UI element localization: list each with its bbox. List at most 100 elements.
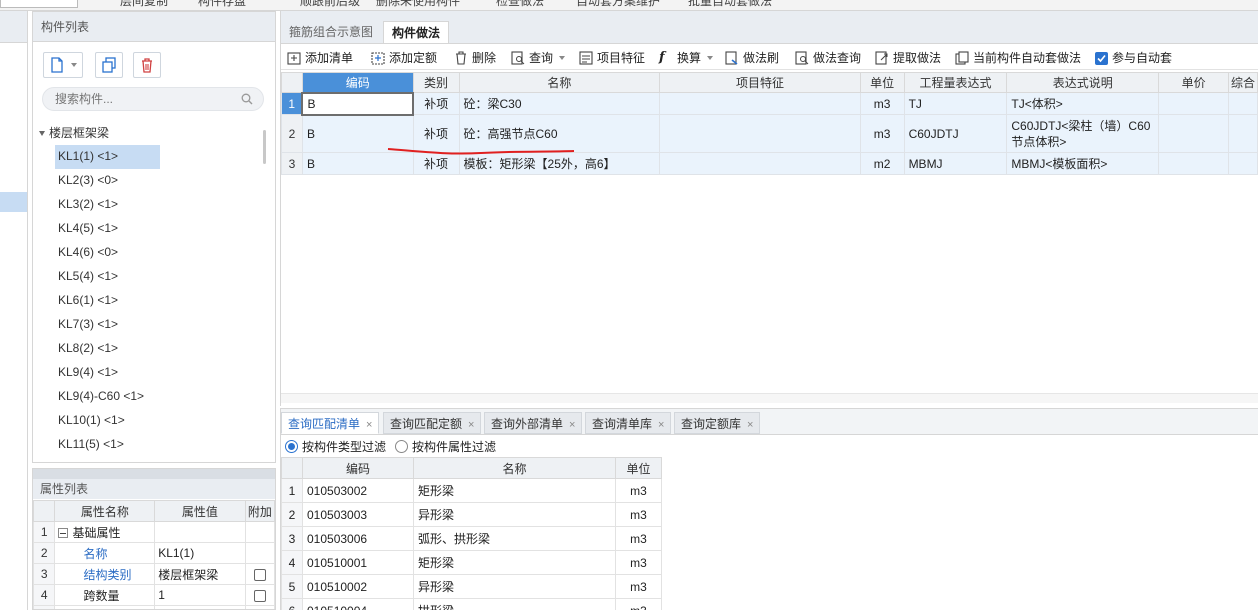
cell-code[interactable]: B [301, 91, 415, 116]
query-header-name[interactable]: 名称 [413, 457, 616, 479]
component-item[interactable]: KL9(4) <1> [55, 361, 255, 385]
extract-method-button[interactable]: 提取做法 [875, 49, 941, 67]
query-cell-name[interactable]: 异形梁 [413, 502, 616, 527]
cell-unit[interactable]: m3 [859, 114, 905, 153]
component-item[interactable]: KL4(5) <1> [55, 217, 255, 241]
tab-component-method[interactable]: 构件做法 [383, 21, 450, 43]
add-list-button[interactable]: 添加清单 [287, 49, 353, 67]
cell-type[interactable]: 补项 [412, 92, 460, 115]
toolbar-item-auto-scheme[interactable]: 自动套方案维护 [576, 0, 660, 9]
toolbar-item-delete-unused[interactable]: 删除未使用构件 [376, 0, 460, 9]
method-query-button[interactable]: 做法查询 [795, 49, 861, 67]
close-icon[interactable]: × [468, 419, 474, 431]
collapse-icon[interactable] [58, 528, 69, 539]
query-cell-code[interactable]: 010503003 [302, 502, 414, 527]
new-component-button[interactable] [43, 52, 83, 78]
cell-feature[interactable] [659, 92, 861, 115]
cell-expression[interactable]: MBMJ [903, 152, 1008, 175]
grid-header-price[interactable]: 单价 [1158, 72, 1229, 93]
property-row[interactable] [33, 605, 275, 609]
component-item[interactable]: KL10(1) <1> [55, 409, 255, 433]
tab-stirrup-diagram[interactable]: 箍筋组合示意图 [281, 21, 381, 43]
grid-header-description[interactable]: 表达式说明 [1006, 72, 1160, 93]
delete-component-button[interactable] [133, 52, 161, 78]
query-row[interactable]: 5 010510002 异形梁 m3 [281, 574, 662, 599]
tab-query-quota-library[interactable]: 查询定额库 × [674, 412, 761, 434]
auto-apply-current-button[interactable]: 当前构件自动套做法 [955, 49, 1081, 67]
property-row[interactable]: 3 结构类别 楼层框架梁 [33, 563, 275, 585]
property-panel-splitter[interactable] [33, 469, 275, 479]
component-item[interactable]: KL4(6) <0> [55, 241, 255, 265]
grid-header-feature[interactable]: 项目特征 [659, 72, 861, 93]
property-row[interactable]: 1 基础属性 [33, 521, 275, 543]
cell-description[interactable]: TJ<体积> [1006, 92, 1160, 115]
cell-price[interactable] [1158, 92, 1229, 115]
method-brush-button[interactable]: 做法刷 [725, 49, 779, 67]
query-cell-unit[interactable]: m3 [615, 502, 662, 527]
property-group[interactable]: 基础属性 [54, 521, 156, 543]
query-header-unit[interactable]: 单位 [615, 457, 662, 479]
cell-unit[interactable]: m3 [859, 92, 905, 115]
participate-auto-checkbox[interactable]: 参与自动套 [1095, 49, 1172, 67]
query-cell-name[interactable]: 弧形、拱形梁 [413, 526, 616, 551]
grid-header-name[interactable]: 名称 [458, 72, 661, 93]
checkbox-checked-icon[interactable] [1095, 51, 1108, 65]
component-item[interactable]: KL7(3) <1> [55, 313, 255, 337]
component-item[interactable]: KL11(5) <1> [55, 433, 255, 457]
cell-expression[interactable]: C60JDTJ [903, 114, 1008, 153]
filter-by-type-radio[interactable]: 按构件类型过滤 [285, 438, 386, 455]
row-index[interactable]: 2 [281, 114, 303, 153]
cell-total[interactable] [1227, 92, 1258, 115]
query-cell-name[interactable]: 拱形梁 [413, 598, 616, 610]
property-value[interactable] [154, 605, 246, 609]
radio-selected-icon[interactable] [285, 440, 298, 453]
property-value[interactable]: KL1(1) [154, 542, 246, 564]
navigation-strip-selected-item[interactable] [0, 192, 27, 212]
query-cell-code[interactable]: 010510004 [302, 598, 414, 610]
delete-button[interactable]: 删除 [454, 49, 496, 67]
filter-by-attr-radio[interactable]: 按构件属性过滤 [395, 438, 496, 455]
toolbar-item-check-method[interactable]: 检查做法 [496, 0, 544, 9]
close-icon[interactable]: × [569, 419, 575, 431]
toolbar-item-batch-auto[interactable]: 批量自动套做法 [688, 0, 772, 9]
component-item[interactable]: KL6(1) <1> [55, 289, 255, 313]
tab-query-list-library[interactable]: 查询清单库 × [585, 412, 672, 434]
tree-node-frame-beams[interactable]: 楼层框架梁 [39, 124, 109, 141]
toolbar-item-level[interactable]: 顺跟前后级 [300, 0, 360, 9]
query-row[interactable]: 3 010503006 弧形、拱形梁 m3 [281, 526, 662, 551]
tab-query-external-list[interactable]: 查询外部清单 × [484, 412, 583, 434]
cell-unit[interactable]: m2 [859, 152, 905, 175]
query-cell-unit[interactable]: m3 [615, 478, 662, 503]
component-item[interactable]: KL3(2) <1> [55, 193, 255, 217]
property-value[interactable]: 1 [154, 584, 246, 606]
cell-expression[interactable]: TJ [903, 92, 1008, 115]
extra-checkbox[interactable] [253, 589, 266, 602]
query-cell-name[interactable]: 矩形梁 [413, 550, 616, 575]
component-item[interactable]: KL1(1) <1> [55, 145, 160, 169]
query-header-code[interactable]: 编码 [302, 457, 414, 479]
cell-total[interactable] [1227, 114, 1258, 153]
radio-unselected-icon[interactable] [395, 440, 408, 453]
cell-price[interactable] [1158, 114, 1229, 153]
convert-dropdown-button[interactable]: f 换算 [659, 49, 714, 67]
toolbar-item-save-component[interactable]: 构件存盘 [198, 0, 246, 9]
query-cell-code[interactable]: 010503002 [302, 478, 414, 503]
expand-caret-icon[interactable] [39, 131, 45, 137]
query-row[interactable]: 6010510004拱形梁m3 [281, 598, 662, 610]
grid-header-type[interactable]: 类别 [412, 72, 460, 93]
cell-description[interactable]: C60JDTJ<梁柱（墙）C60节点体积> [1006, 114, 1160, 153]
component-item[interactable]: KL9(4)-C60 <1> [55, 385, 255, 409]
floor-select[interactable] [0, 0, 78, 8]
property-row[interactable]: 4 跨数量 1 [33, 584, 275, 606]
cell-name[interactable]: 砼：梁C30 [458, 92, 661, 115]
close-icon[interactable]: × [658, 419, 664, 431]
cell-total[interactable] [1227, 152, 1258, 175]
row-index[interactable]: 3 [281, 152, 303, 175]
toolbar-item-copy-floor[interactable]: 层间复制 [120, 0, 168, 9]
search-icon[interactable] [241, 93, 253, 105]
query-cell-code[interactable]: 010510001 [302, 550, 414, 575]
query-dropdown-button[interactable]: 查询 [511, 49, 566, 67]
query-cell-unit[interactable]: m3 [615, 550, 662, 575]
component-item[interactable]: KL2(3) <0> [55, 169, 255, 193]
method-grid-hscrollbar[interactable] [281, 393, 1258, 403]
